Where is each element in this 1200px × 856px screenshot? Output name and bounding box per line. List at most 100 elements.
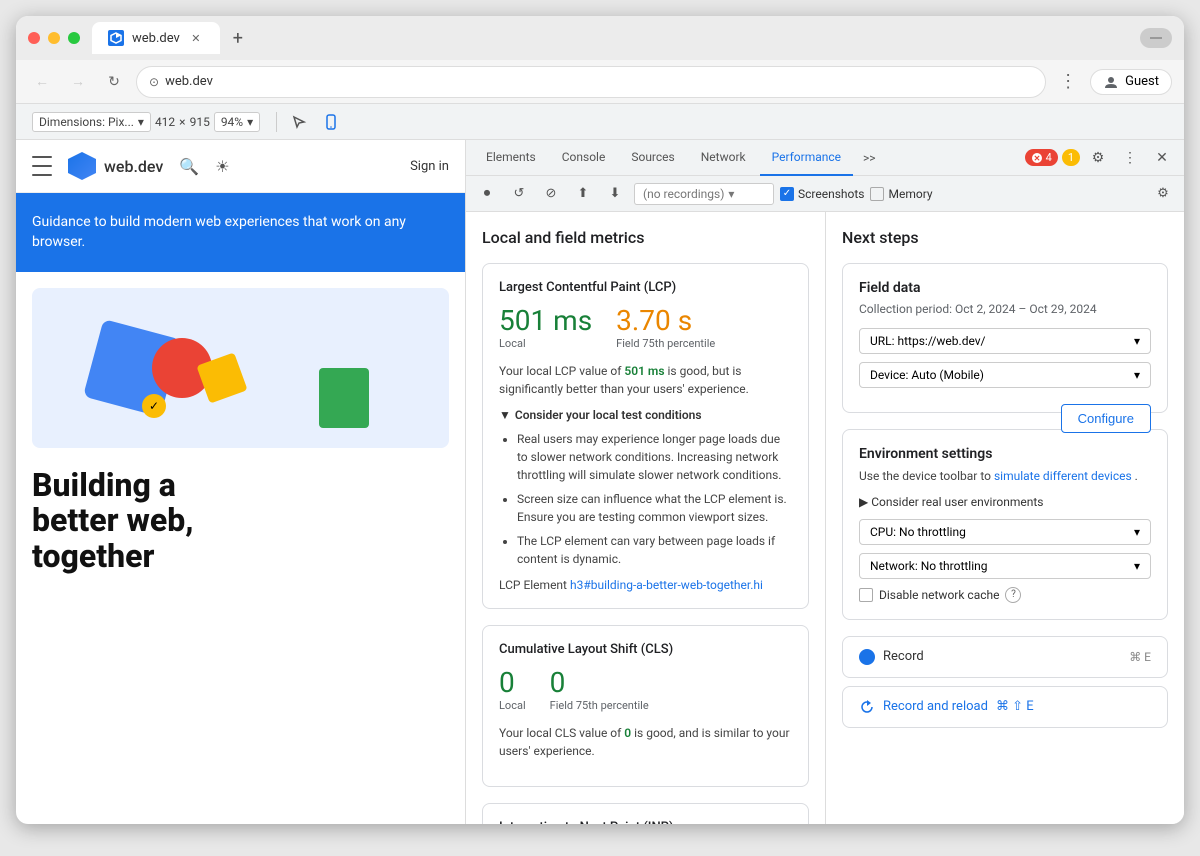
url-input[interactable]: ⊙ web.dev: [136, 66, 1046, 98]
cls-field-value: 0: [550, 669, 649, 697]
help-icon[interactable]: ?: [1005, 587, 1021, 603]
new-tab-button[interactable]: +: [224, 24, 252, 52]
window-resize-control[interactable]: [1140, 28, 1172, 48]
record-shortcut: ⌘ E: [1129, 650, 1151, 664]
performance-content: Local and field metrics Largest Contentf…: [466, 212, 1184, 824]
separator: [276, 112, 277, 132]
devtools-more-button[interactable]: ⋮: [1116, 144, 1144, 172]
clear-button[interactable]: ⊘: [538, 181, 564, 207]
lcp-local-label: Local: [499, 337, 592, 350]
tab-performance[interactable]: Performance: [760, 140, 853, 176]
triangle-icon: ▼: [499, 408, 511, 422]
record-button[interactable]: Record ⌘ E: [842, 636, 1168, 678]
preview-illustration: ✓: [32, 288, 449, 448]
recordings-dropdown[interactable]: (no recordings) ▾: [634, 183, 774, 205]
configure-button[interactable]: Configure: [1061, 404, 1151, 433]
tab-sources[interactable]: Sources: [619, 140, 686, 176]
download-button[interactable]: ⬇: [602, 181, 628, 207]
lcp-field-value: 3.70 s: [616, 307, 715, 335]
disable-cache-checkbox[interactable]: Disable network cache ?: [859, 587, 1151, 603]
webdev-logo-icon: [68, 152, 96, 180]
chevron-down-icon: ▾: [247, 115, 253, 129]
browser-more-button[interactable]: ⋮: [1054, 68, 1082, 96]
cls-values: 0 Local 0 Field 75th percentile: [499, 669, 792, 712]
device-dropdown[interactable]: Device: Auto (Mobile) ▾: [859, 362, 1151, 388]
record-label: Record: [883, 649, 924, 664]
hamburger-menu-icon[interactable]: [32, 156, 52, 176]
record-reload-button[interactable]: Record and reload ⌘ ⇧ E: [842, 686, 1168, 728]
lcp-element-link[interactable]: h3#building-a-better-web-together.hi: [570, 578, 763, 592]
screenshots-label: Screenshots: [798, 187, 864, 201]
forward-button[interactable]: →: [64, 68, 92, 96]
cls-card-title: Cumulative Layout Shift (CLS): [499, 642, 792, 657]
tab-elements[interactable]: Elements: [474, 140, 548, 176]
chevron-down-icon: ▾: [1134, 525, 1140, 539]
main-area: web.dev 🔍 ☀ Sign in Guidance to build mo…: [16, 140, 1184, 824]
illustration-badge: ✓: [142, 394, 166, 418]
performance-toolbar: ⏺ ↺ ⊘ ⬆ ⬇ (no recordings) ▾ ✓ Screenshot…: [466, 176, 1184, 212]
tab-favicon: [108, 30, 124, 46]
dimensions-x: ×: [179, 115, 185, 129]
reload-button[interactable]: ↻: [100, 68, 128, 96]
hero-text: Guidance to build modern web experiences…: [32, 214, 406, 250]
close-window-button[interactable]: [28, 32, 40, 44]
address-bar: ← → ↻ ⊙ web.dev ⋮ Guest: [16, 60, 1184, 104]
browser-tab[interactable]: web.dev ✕: [92, 22, 220, 54]
devtools-settings-button[interactable]: ⚙: [1084, 144, 1112, 172]
maximize-window-button[interactable]: [68, 32, 80, 44]
traffic-lights: [28, 32, 80, 44]
lcp-card-title: Largest Contentful Paint (LCP): [499, 280, 792, 295]
error-icon: ✕: [1031, 152, 1043, 164]
memory-checkbox[interactable]: Memory: [870, 187, 932, 201]
env-settings-card: Environment settings Use the device tool…: [842, 429, 1168, 620]
devtools-close-button[interactable]: ✕: [1148, 144, 1176, 172]
cls-local-value: 0: [499, 669, 526, 697]
back-button[interactable]: ←: [28, 68, 56, 96]
minimize-window-button[interactable]: [48, 32, 60, 44]
reload-icon: [859, 699, 875, 715]
tab-network[interactable]: Network: [689, 140, 758, 176]
cpu-throttling-dropdown[interactable]: CPU: No throttling ▾: [859, 519, 1151, 545]
dimensions-dropdown[interactable]: Dimensions: Pix... ▾: [32, 112, 151, 132]
guest-label: Guest: [1125, 74, 1159, 89]
record-circle-button[interactable]: ⏺: [474, 181, 500, 207]
checkbox-checked-icon: ✓: [780, 187, 794, 201]
collection-period: Collection period: Oct 2, 2024 – Oct 29,…: [859, 302, 1151, 316]
screenshots-checkbox[interactable]: ✓ Screenshots: [780, 187, 864, 201]
zoom-dropdown[interactable]: 94% ▾: [214, 112, 260, 132]
profile-icon: [1103, 74, 1119, 90]
guest-profile-button[interactable]: Guest: [1090, 69, 1172, 95]
bullet-item: Screen size can influence what the LCP e…: [517, 490, 792, 526]
record-reload-label: Record and reload: [883, 699, 988, 714]
network-throttling-dropdown[interactable]: Network: No throttling ▾: [859, 553, 1151, 579]
more-tabs-button[interactable]: >>: [855, 140, 884, 176]
chevron-down-icon: ▾: [138, 115, 144, 129]
sign-in-link[interactable]: Sign in: [410, 159, 449, 174]
warning-count-badge: 1: [1062, 149, 1080, 166]
checkbox-unchecked-icon: [870, 187, 884, 201]
reload-record-button[interactable]: ↺: [506, 181, 532, 207]
lcp-description: Your local LCP value of 501 ms is good, …: [499, 362, 792, 398]
inspect-element-button[interactable]: [285, 108, 313, 136]
metrics-panel: Local and field metrics Largest Contentf…: [466, 212, 826, 824]
tab-console[interactable]: Console: [550, 140, 618, 176]
consider-heading: ▼ Consider your local test conditions: [499, 408, 792, 422]
search-icon[interactable]: 🔍: [179, 157, 199, 176]
env-description: Use the device toolbar to simulate diffe…: [859, 468, 1151, 485]
cls-local-group: 0 Local: [499, 669, 526, 712]
preview-heading: Building a better web, together: [32, 468, 449, 574]
metrics-panel-title: Local and field metrics: [482, 228, 809, 247]
tab-close-button[interactable]: ✕: [188, 30, 204, 46]
perf-settings-button[interactable]: ⚙: [1150, 181, 1176, 207]
chevron-down-icon: ▾: [728, 187, 734, 201]
chevron-down-icon: ▾: [1134, 334, 1140, 348]
lcp-values: 501 ms Local 3.70 s Field 75th percentil…: [499, 307, 792, 350]
toggle-device-button[interactable]: [317, 108, 345, 136]
simulate-devices-link[interactable]: simulate different devices: [994, 469, 1132, 483]
url-dropdown[interactable]: URL: https://web.dev/ ▾: [859, 328, 1151, 354]
svg-text:✕: ✕: [1033, 154, 1040, 163]
nextsteps-panel: Next steps Field data Collection period:…: [826, 212, 1184, 824]
upload-button[interactable]: ⬆: [570, 181, 596, 207]
theme-toggle-icon[interactable]: ☀: [215, 157, 229, 176]
consider-real-environments[interactable]: ▶ Consider real user environments: [859, 495, 1151, 509]
